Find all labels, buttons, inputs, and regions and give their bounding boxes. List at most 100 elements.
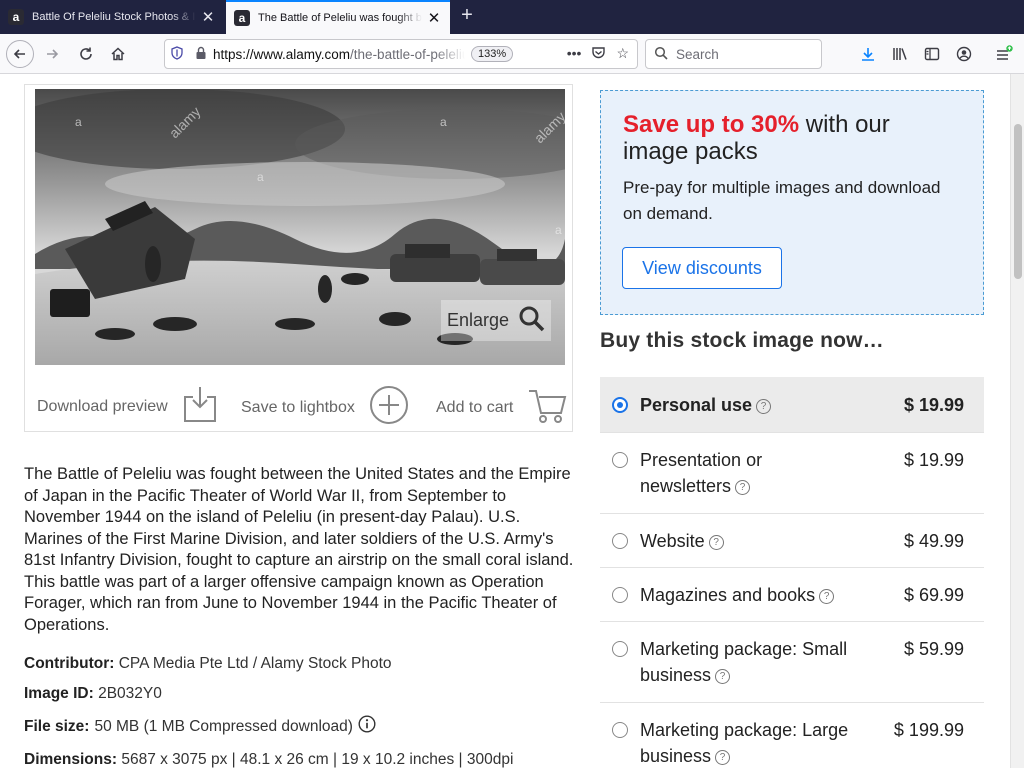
license-label: Personal use? [640, 392, 880, 418]
menu-hamburger-icon[interactable] [994, 44, 1014, 64]
plus-circle-icon [369, 385, 409, 430]
enlarge-label: Enlarge [446, 310, 509, 330]
file-size-row: File size: 50 MB (1 MB Compressed downlo… [24, 715, 376, 738]
alamy-watermark-letter: a [440, 115, 447, 129]
help-icon[interactable]: ? [708, 535, 724, 550]
license-label: Website? [640, 528, 880, 554]
add-to-cart-button[interactable]: Add to cart [436, 385, 567, 430]
license-option-magazines[interactable]: Magazines and books? $ 69.99 [600, 568, 984, 622]
save-to-lightbox-button[interactable]: Save to lightbox [241, 385, 409, 430]
close-tab-icon[interactable]: ✕ [426, 9, 442, 27]
back-arrow-icon[interactable] [6, 40, 34, 68]
license-price: $ 69.99 [903, 585, 964, 605]
radio-unselected[interactable] [612, 452, 628, 468]
tab-inactive[interactable]: a Battle Of Peleliu Stock Photos & Ima ✕ [0, 0, 224, 34]
search-icon [654, 46, 668, 63]
contributor-row: Contributor: CPA Media Pte Ltd / Alamy S… [24, 655, 392, 673]
license-price: $ 49.99 [903, 531, 964, 551]
image-actions-bar: Download preview Save to lightbox Add to… [25, 375, 574, 429]
license-option-website[interactable]: Website? $ 49.99 [600, 514, 984, 568]
license-price: $ 19.99 [903, 450, 964, 470]
file-size-value: 50 MB (1 MB Compressed download) [94, 717, 353, 735]
alamy-watermark-letter: a [555, 223, 562, 237]
reload-icon[interactable] [72, 40, 100, 68]
download-preview-label: Download preview [37, 397, 168, 415]
license-option-marketing-large[interactable]: Marketing package: Large business? $ 199… [600, 703, 984, 768]
license-option-presentation[interactable]: Presentation or newsletters? $ 19.99 [600, 433, 984, 514]
license-option-personal-use[interactable]: Personal use? $ 19.99 [600, 377, 984, 433]
bookmark-star-icon[interactable]: ☆ [616, 45, 629, 63]
radio-unselected[interactable] [612, 587, 628, 603]
url-text[interactable]: https://www.alamy.com/the-battle-of-pele… [213, 47, 465, 62]
radio-selected[interactable] [612, 397, 628, 413]
buy-heading: Buy this stock image now… [600, 329, 884, 352]
license-price: $ 59.99 [903, 639, 964, 659]
url-host: https://www.alamy.com [213, 46, 351, 62]
magnifier-icon [517, 304, 545, 337]
license-options: Personal use? $ 19.99 Presentation or ne… [600, 377, 984, 768]
lock-icon[interactable] [189, 46, 213, 63]
download-tray-icon [182, 385, 218, 428]
license-option-marketing-small[interactable]: Marketing package: Small business? $ 59.… [600, 622, 984, 703]
license-price: $ 19.99 [903, 395, 964, 415]
alamy-watermark-letter: a [75, 115, 82, 129]
download-preview-button[interactable]: Download preview [37, 385, 218, 428]
promo-subtitle: Pre-pay for multiple images and download… [623, 178, 941, 223]
image-id-label: Image ID: [24, 685, 94, 702]
tracking-shield-icon[interactable] [165, 45, 189, 63]
tab-active[interactable]: a The Battle of Peleliu was fought bet ✕ [226, 0, 450, 34]
image-id-value: 2B032Y0 [98, 685, 162, 702]
account-icon[interactable] [954, 44, 974, 64]
enlarge-button[interactable]: Enlarge [440, 300, 551, 341]
help-icon[interactable]: ? [819, 589, 835, 604]
license-label: Presentation or newsletters? [640, 450, 763, 496]
page-content: alamy alamy a a a a Enlarge Download pre… [0, 74, 1010, 768]
contributor-value[interactable]: CPA Media Pte Ltd / Alamy Stock Photo [119, 655, 392, 672]
search-input[interactable]: Search [645, 39, 822, 69]
alamy-favicon-icon: a [234, 10, 250, 26]
dimensions-row: Dimensions: 5687 x 3075 px | 48.1 x 26 c… [24, 751, 513, 768]
address-bar[interactable]: https://www.alamy.com/the-battle-of-pele… [164, 39, 638, 69]
radio-unselected[interactable] [612, 641, 628, 657]
view-discounts-button[interactable]: View discounts [622, 247, 782, 289]
image-id-row: Image ID: 2B032Y0 [24, 685, 162, 703]
info-icon[interactable] [358, 715, 376, 738]
promo-highlight: Save up to 30% [623, 111, 800, 138]
url-path: /the-battle-of-peleliu [350, 46, 465, 62]
license-price: $ 199.99 [893, 720, 964, 740]
stock-photo[interactable]: alamy alamy a a a a Enlarge [35, 89, 565, 365]
zoom-level-badge[interactable]: 133% [471, 46, 514, 62]
scrollbar-thumb[interactable] [1014, 124, 1022, 279]
page-scrollbar[interactable] [1010, 74, 1024, 768]
radio-unselected[interactable] [612, 722, 628, 738]
help-icon[interactable]: ? [735, 480, 751, 495]
image-pack-promo: Save up to 30% with our image packs Pre-… [600, 90, 984, 315]
alamy-watermark-letter: a [257, 170, 264, 184]
tab-title: The Battle of Peleliu was fought bet [258, 12, 422, 24]
license-label: Marketing package: Large business? [640, 720, 849, 766]
close-tab-icon[interactable]: ✕ [200, 8, 216, 26]
navigation-toolbar: https://www.alamy.com/the-battle-of-pele… [0, 34, 1024, 74]
help-icon[interactable]: ? [715, 750, 731, 765]
radio-unselected[interactable] [612, 533, 628, 549]
library-icon[interactable] [890, 44, 910, 64]
tab-bar: a Battle Of Peleliu Stock Photos & Ima ✕… [0, 0, 1024, 34]
promo-title: Save up to 30% with our image packs [623, 111, 961, 165]
license-label: Magazines and books? [640, 582, 880, 608]
forward-arrow-icon[interactable] [38, 40, 66, 68]
help-icon[interactable]: ? [756, 399, 772, 414]
sidebar-icon[interactable] [922, 44, 942, 64]
contributor-label: Contributor: [24, 655, 115, 672]
page-actions-menu-icon[interactable]: ••• [567, 45, 582, 63]
download-arrow-icon[interactable] [858, 44, 878, 64]
dimensions-label: Dimensions: [24, 751, 118, 768]
shopping-cart-icon [527, 385, 567, 430]
help-icon[interactable]: ? [715, 669, 731, 684]
file-size-label: File size: [24, 717, 90, 735]
add-to-cart-label: Add to cart [436, 398, 514, 416]
search-placeholder: Search [676, 46, 719, 62]
pocket-icon[interactable] [591, 45, 606, 63]
new-tab-icon[interactable]: + [455, 4, 479, 27]
home-icon[interactable] [104, 40, 132, 68]
dimensions-value: 5687 x 3075 px | 48.1 x 26 cm | 19 x 10.… [121, 751, 514, 768]
